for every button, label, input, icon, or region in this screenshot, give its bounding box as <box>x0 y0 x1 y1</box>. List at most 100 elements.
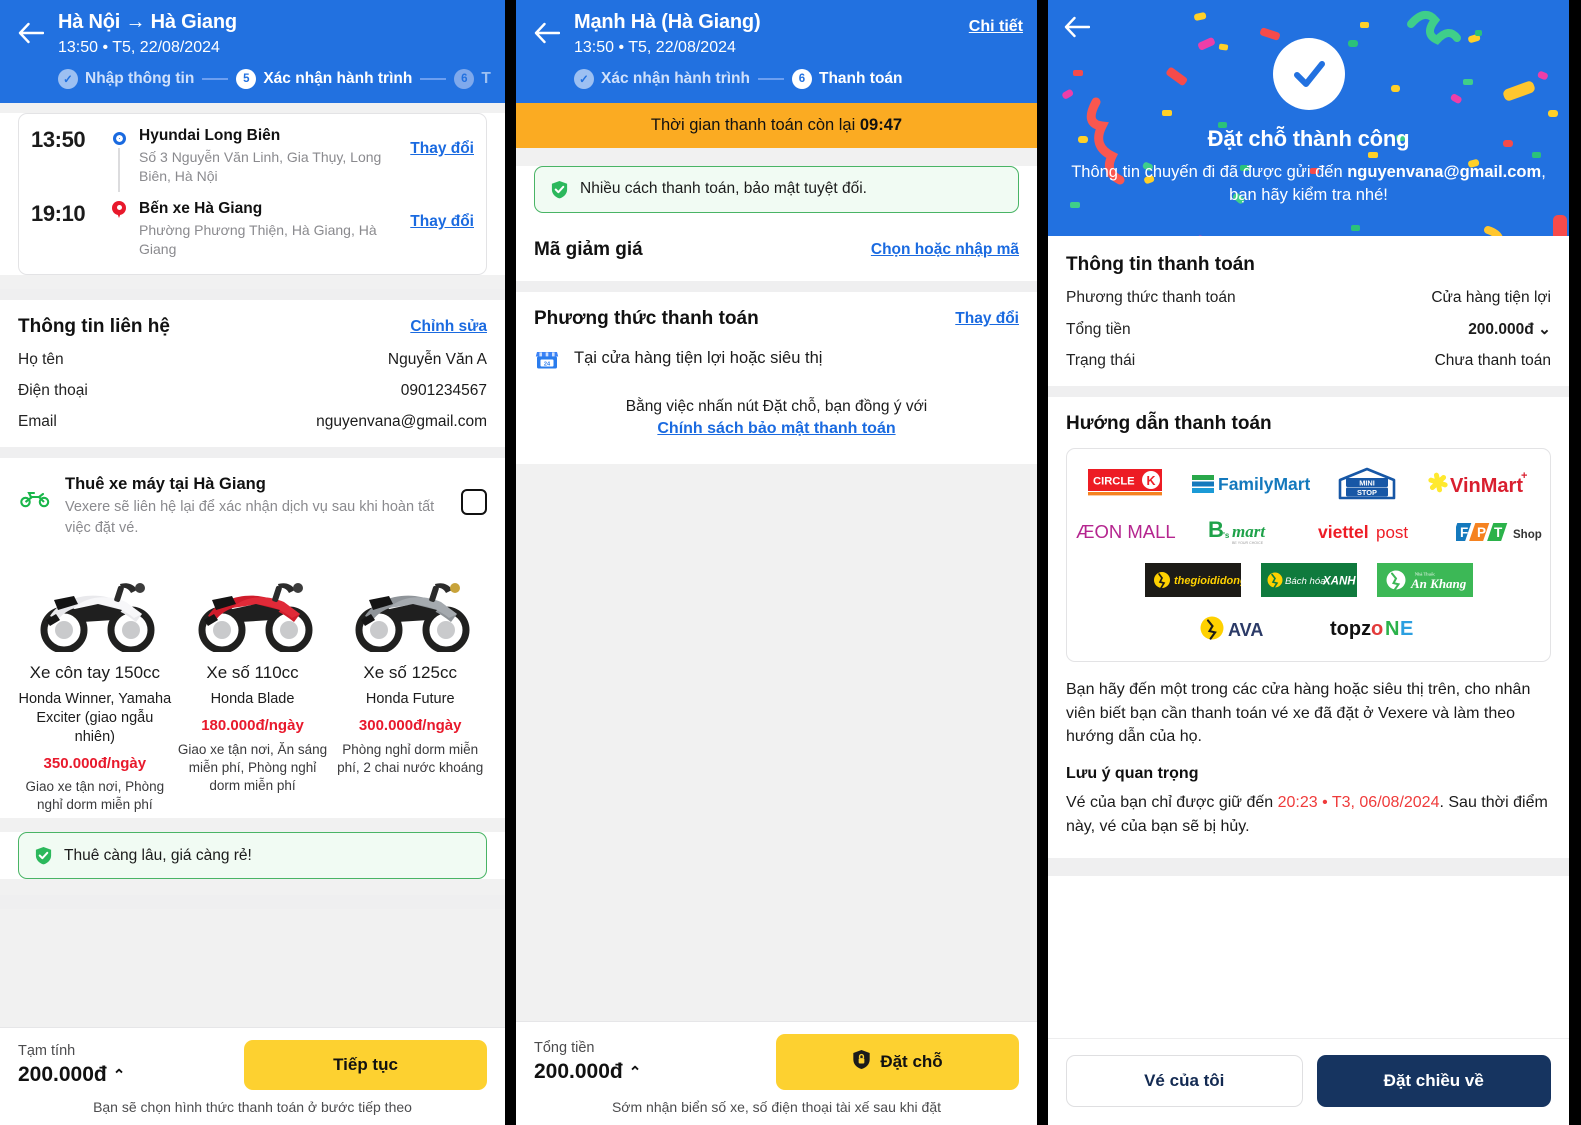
bike-model: Honda Blade <box>210 691 295 708</box>
step-item-1[interactable]: ✓ Nhập thông tin <box>58 68 194 89</box>
thegioididong-logo: thegioididong <box>1144 562 1241 597</box>
payment-security-notice: Nhiều cách thanh toán, bảo mật tuyệt đối… <box>534 165 1019 213</box>
bike-option-card[interactable]: Xe côn tay 150cc Honda Winner, Yamaha Ex… <box>18 554 172 814</box>
three-panel-screenshot: Hà Nội → Hà Giang 13:50 • T5, 22/08/2024… <box>0 0 1581 1125</box>
bike-perks: Giao xe tận nơi, Ăn sáng miễn phí, Phòng… <box>177 741 328 793</box>
step-badge-5: 5 <box>236 68 257 89</box>
payment-countdown-banner: Thời gian thanh toán còn lại 09:47 <box>516 102 1037 148</box>
subtotal-amount: 200.000đ <box>18 1062 107 1086</box>
svg-text:N: N <box>1385 618 1399 640</box>
bike-price: 180.000đ/ngày <box>201 717 304 735</box>
selected-payment-method[interactable]: 24 Tại cửa hàng tiện lợi hoặc siêu thị <box>534 346 1019 372</box>
status-badge: Chưa thanh toán <box>1434 351 1551 369</box>
detail-link[interactable]: Chi tiết <box>969 18 1023 36</box>
ava-logo: AVA <box>1198 613 1284 643</box>
panel2-header: Mạnh Hà (Hà Giang) 13:50 • T5, 22/08/202… <box>516 0 1037 103</box>
change-dropoff-link[interactable]: Thay đổi <box>410 213 474 230</box>
contact-row-phone: Điện thoại 0901234567 <box>18 382 487 400</box>
step-connector <box>202 77 229 80</box>
step-label: Thanh <box>481 69 491 87</box>
dropoff-time: 19:10 <box>31 200 86 226</box>
bach-hoa-xanh-logo: Bách hóa XANH <box>1260 562 1357 597</box>
panel-booking-success: Đặt chỗ thành công Thông tin chuyến đi đ… <box>1048 0 1569 1125</box>
promo-select-link[interactable]: Chọn hoặc nhập mã <box>871 241 1019 259</box>
bike-rental-section: Thuê xe máy tại Hà Giang Vexere sẽ liên … <box>0 457 505 819</box>
store-logo-row: thegioididong Bách hóa XANH Nhà Thuốc An… <box>1079 562 1538 597</box>
payment-info-row-total[interactable]: Tổng tiền 200.000đ ⌄ <box>1066 320 1551 339</box>
step-item-1[interactable]: ✓ Xác nhận hành trình <box>574 68 750 89</box>
shield-check-icon <box>34 846 53 865</box>
svg-text:VinMart: VinMart <box>1450 475 1523 497</box>
step-item-2[interactable]: 5 Xác nhận hành trình <box>236 68 413 89</box>
payment-info-section: Thông tin thanh toán Phương thức thanh t… <box>1048 235 1569 386</box>
notice-text: Nhiều cách thanh toán, bảo mật tuyệt đối… <box>580 180 867 198</box>
dropoff-name: Bến xe Hà Giang <box>139 199 263 217</box>
page-title: Hà Nội → Hà Giang <box>58 11 237 33</box>
payment-method-section: Phương thức thanh toán Thay đổi 24 Tại c… <box>516 291 1037 464</box>
book-return-label: Đặt chiều về <box>1383 1071 1484 1090</box>
step-label: Xác nhận hành trình <box>263 69 413 87</box>
subtotal-amount-row[interactable]: 200.000đ ⌃ <box>18 1063 125 1087</box>
svg-text:B: B <box>1208 517 1224 542</box>
contact-row-email: Email nguyenvana@gmail.com <box>18 413 487 431</box>
subtotal-label: Tạm tính <box>18 1043 76 1060</box>
store-logos-panel: CIRCLE K FamilyMart MINI STOP VinMart + … <box>1066 447 1551 662</box>
payment-guide-section: Hướng dẫn thanh toán CIRCLE K FamilyMart… <box>1048 396 1569 859</box>
bike-name: Xe số 110cc <box>206 663 299 683</box>
svg-text:topz: topz <box>1330 618 1371 640</box>
field-value: Cửa hàng tiện lợi <box>1431 288 1551 306</box>
circle-k-logo: CIRCLE K <box>1087 468 1166 499</box>
section-divider <box>516 280 1037 292</box>
back-button[interactable] <box>14 16 48 50</box>
edit-contact-link[interactable]: Chỉnh sửa <box>410 318 487 336</box>
my-tickets-button[interactable]: Vé của tôi <box>1066 1055 1303 1107</box>
bike-model: Honda Winner, Yamaha Exciter (giao ngẫu … <box>18 691 172 746</box>
payment-policy-link[interactable]: Chính sách bảo mật thanh toán <box>657 420 895 437</box>
svg-text:'s: 's <box>1223 531 1230 540</box>
book-return-trip-button[interactable]: Đặt chiều về <box>1316 1055 1551 1107</box>
payment-info-row-status: Trạng thái Chưa thanh toán <box>1066 352 1551 370</box>
bike-options-list: Xe côn tay 150cc Honda Winner, Yamaha Ex… <box>18 554 487 814</box>
bike-option-card[interactable]: Xe số 125cc Honda Future 300.000đ/ngày P… <box>333 554 487 814</box>
bottom-gap <box>1048 858 1569 877</box>
step-connector <box>420 77 447 80</box>
lock-shield-icon <box>852 1049 871 1075</box>
bike-option-card[interactable]: Xe số 110cc Honda Blade 180.000đ/ngày Gi… <box>176 554 330 814</box>
field-value: 0901234567 <box>400 381 487 399</box>
panel-separator <box>1037 0 1048 1125</box>
svg-text:XANH: XANH <box>1322 575 1356 587</box>
svg-text:K: K <box>1146 474 1155 488</box>
book-seat-button[interactable]: Đặt chỗ <box>776 1034 1019 1090</box>
back-button[interactable] <box>530 16 564 50</box>
change-payment-link[interactable]: Thay đổi <box>955 310 1019 328</box>
field-value: nguyenvana@gmail.com <box>316 412 487 430</box>
svg-text:post: post <box>1376 523 1408 542</box>
step-item-2[interactable]: 6 Thanh toán <box>791 68 903 89</box>
total-amount-row[interactable]: 200.000đ ⌃ <box>534 1060 641 1084</box>
bike-name: Xe côn tay 150cc <box>29 663 161 683</box>
panel1-header: Hà Nội → Hà Giang 13:50 • T5, 22/08/2024… <box>0 0 505 103</box>
panel1-bottom-bar: Tạm tính 200.000đ ⌃ Tiếp tục Bạn sẽ chọn… <box>0 1027 505 1125</box>
field-label: Email <box>18 412 57 430</box>
step-item-3[interactable]: 6 Thanh <box>454 68 491 89</box>
field-label: Trạng thái <box>1066 351 1136 369</box>
bottom-spacer <box>1048 838 1569 858</box>
payment-method-title: Phương thức thanh toán <box>534 307 759 329</box>
operator-title: Mạnh Hà (Hà Giang) <box>574 11 761 33</box>
success-description: Thông tin chuyến đi đã được gửi đến nguy… <box>1070 161 1547 208</box>
back-button[interactable] <box>1064 16 1091 43</box>
bike-price: 300.000đ/ngày <box>358 717 462 735</box>
svg-text:o: o <box>1371 618 1383 640</box>
confirmation-email: nguyenvana@gmail.com <box>1347 163 1542 181</box>
hold-deadline: 20:23 • T3, 06/08/2024 <box>1277 793 1440 811</box>
panel2-scroll-area: Nhiều cách thanh toán, bảo mật tuyệt đối… <box>516 147 1037 1021</box>
mini-stop-logo: MINI STOP <box>1336 467 1398 501</box>
bike-rental-checkbox[interactable] <box>461 488 487 515</box>
my-tickets-label: Vé của tôi <box>1144 1071 1225 1090</box>
route-card: 13:50 Hyundai Long Biên Số 3 Nguyễn Văn … <box>18 112 487 275</box>
svg-text:AVA: AVA <box>1228 620 1263 640</box>
countdown-prefix: Thời gian thanh toán còn lại <box>650 115 860 134</box>
continue-button[interactable]: Tiếp tục <box>244 1040 487 1090</box>
contact-section-title: Thông tin liên hệ <box>18 315 170 337</box>
svg-text:BE YOUR CHOICE: BE YOUR CHOICE <box>1232 541 1264 545</box>
